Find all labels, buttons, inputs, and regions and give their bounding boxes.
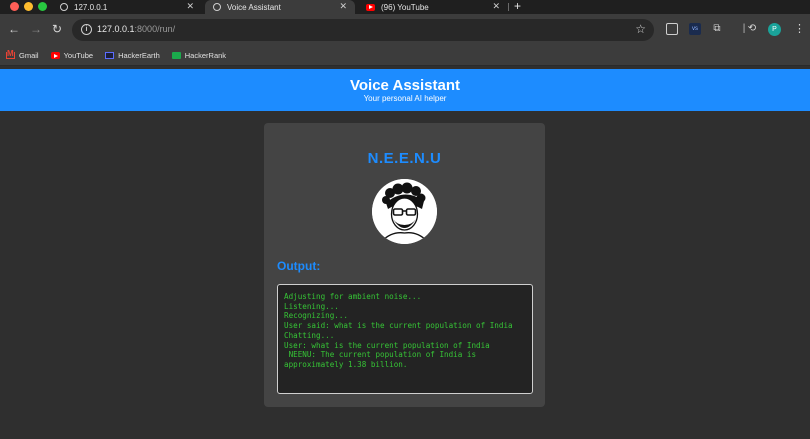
bookmark-label: HackerRank	[184, 51, 227, 60]
tab-title: Voice Assistant	[227, 2, 281, 12]
app-header: Voice Assistant Your personal AI helper	[0, 69, 810, 111]
url-text[interactable]: 127.0.0.1:8000/run/	[97, 24, 175, 34]
bookmark-star-icon[interactable]: ☆	[635, 22, 646, 36]
youtube-icon	[50, 52, 60, 59]
page-viewport: Voice Assistant Your personal AI helper …	[0, 67, 810, 439]
output-line: Listening...	[284, 301, 339, 311]
browser-toolbar: ← → ↻ i 127.0.0.1:8000/run/ ☆ vs ⧉ | ⟲ P…	[0, 14, 810, 46]
window-close-button[interactable]	[10, 2, 19, 11]
close-tab-icon[interactable]: ✕	[339, 1, 347, 12]
bookmark-label: Gmail	[19, 51, 39, 60]
address-bar[interactable]: i 127.0.0.1:8000/run/ ☆	[72, 19, 654, 41]
output-line: User: what is the current population of …	[284, 340, 490, 350]
bookmark-youtube[interactable]: YouTube	[50, 51, 94, 60]
bookmark-hackerrank[interactable]: HackerRank	[171, 51, 227, 60]
forward-arrow-icon[interactable]: →	[30, 22, 42, 36]
output-line: Recognizing...	[284, 311, 349, 321]
tab-title: 127.0.0.1	[74, 2, 108, 12]
tab-youtube[interactable]: (96) YouTube ✕	[358, 0, 508, 14]
reload-icon[interactable]: ↻	[52, 22, 62, 36]
output-label: Output:	[277, 259, 321, 273]
extension-icon[interactable]: vs	[689, 23, 701, 35]
back-arrow-icon[interactable]: ←	[8, 22, 20, 36]
tab-voice-assistant[interactable]: Voice Assistant ✕	[205, 0, 355, 14]
tab-localhost[interactable]: 127.0.0.1 ✕	[52, 0, 202, 14]
output-line: Adjusting for ambient noise...	[284, 292, 422, 301]
output-console: Adjusting for ambient noise... Listening…	[277, 284, 533, 394]
avatar-illustration	[372, 179, 437, 244]
site-info-icon[interactable]: i	[81, 24, 92, 35]
bookmarks-bar: Gmail YouTube HackerEarth HackerRank	[0, 46, 810, 66]
globe-icon	[60, 3, 68, 11]
assistant-avatar	[372, 179, 437, 244]
hackerearth-icon	[105, 52, 115, 59]
profile-avatar[interactable]: P	[768, 23, 781, 36]
output-line: User said: what is the current populatio…	[284, 321, 513, 331]
app-subtitle: Your personal AI helper	[363, 94, 447, 103]
close-tab-icon[interactable]: ✕	[492, 1, 500, 12]
gmail-icon	[6, 49, 15, 59]
tab-divider	[508, 3, 509, 11]
output-line: NEENU: The current population of India i…	[284, 350, 481, 369]
youtube-icon	[366, 3, 375, 11]
hackerrank-icon	[171, 52, 181, 59]
bookmark-hackerearth[interactable]: HackerEarth	[105, 51, 160, 60]
assistant-name: N.E.E.N.U	[367, 150, 442, 167]
window-maximize-button[interactable]	[38, 2, 47, 11]
reader-mode-icon[interactable]	[666, 23, 678, 35]
puzzle-extensions-icon[interactable]: ⧉	[711, 23, 723, 35]
bookmark-label: YouTube	[63, 51, 94, 60]
tab-title: (96) YouTube	[381, 2, 429, 12]
output-line: Chatting...	[284, 330, 335, 340]
app-title: Voice Assistant	[349, 77, 461, 94]
bookmark-label: HackerEarth	[118, 51, 160, 60]
assistant-card: N.E.E.N.U Output: Adjusting for ambient …	[264, 123, 545, 407]
menu-kebab-icon[interactable]: ⋮	[794, 22, 805, 35]
close-tab-icon[interactable]: ✕	[186, 1, 194, 12]
globe-icon	[213, 3, 221, 11]
new-tab-icon[interactable]: +	[514, 0, 521, 13]
bookmark-gmail[interactable]: Gmail	[6, 49, 39, 60]
sync-icon[interactable]: ⟲	[746, 23, 758, 35]
window-minimize-button[interactable]	[24, 2, 33, 11]
browser-tab-strip: 127.0.0.1 ✕ Voice Assistant ✕ (96) YouTu…	[0, 0, 810, 14]
